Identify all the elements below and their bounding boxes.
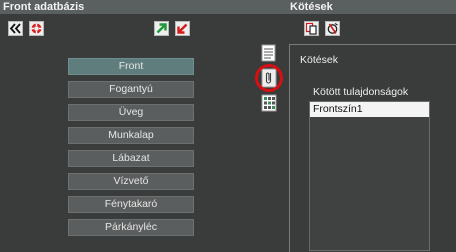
list-item-fogantyu[interactable]: Fogantyú	[68, 81, 194, 98]
list-item-uveg[interactable]: Üveg	[68, 104, 194, 121]
green-arrow-up-right-icon	[156, 23, 167, 34]
list-item-parkanylec[interactable]: Párkányléc	[68, 219, 194, 236]
copy-button[interactable]	[304, 21, 319, 36]
bindings-group-title: Kötések	[300, 54, 338, 66]
unlink-button[interactable]	[325, 21, 340, 36]
list-item-munkalap[interactable]: Munkalap	[68, 127, 194, 144]
bound-properties-list[interactable]: Frontszín1	[309, 101, 430, 251]
lifebuoy-icon	[31, 23, 42, 34]
list-item-vizveto[interactable]: Vízvető	[68, 173, 194, 190]
import-button[interactable]	[175, 21, 190, 36]
back-button[interactable]	[8, 21, 23, 36]
copy-icon	[305, 22, 317, 35]
list-item-front[interactable]: Front	[68, 58, 194, 75]
bindings-title: Kötések	[290, 1, 333, 13]
front-database-title: Front adatbázis	[3, 1, 85, 13]
highlight-circle	[255, 64, 283, 92]
bound-properties-label: Kötött tulajdonságok	[313, 86, 409, 98]
list-item-fenytakaro[interactable]: Fénytakaró	[68, 196, 194, 213]
double-chevron-left-icon	[9, 23, 21, 34]
front-database-header: Front adatbázis	[0, 0, 270, 14]
list-item[interactable]: Frontszín1	[310, 102, 429, 117]
grid-view-icon	[261, 94, 277, 112]
list-item-labazat[interactable]: Lábazat	[68, 150, 194, 167]
list-view-button[interactable]	[261, 44, 277, 62]
no-link-icon	[327, 22, 338, 34]
help-button[interactable]	[29, 21, 44, 36]
export-button[interactable]	[154, 21, 169, 36]
grid-view-button[interactable]	[261, 94, 277, 112]
list-view-icon	[261, 44, 276, 62]
category-list: Front Fogantyú Üveg Munkalap Lábazat Víz…	[68, 58, 194, 242]
red-arrow-down-left-icon	[177, 23, 188, 34]
bindings-header: Kötések	[266, 0, 456, 14]
